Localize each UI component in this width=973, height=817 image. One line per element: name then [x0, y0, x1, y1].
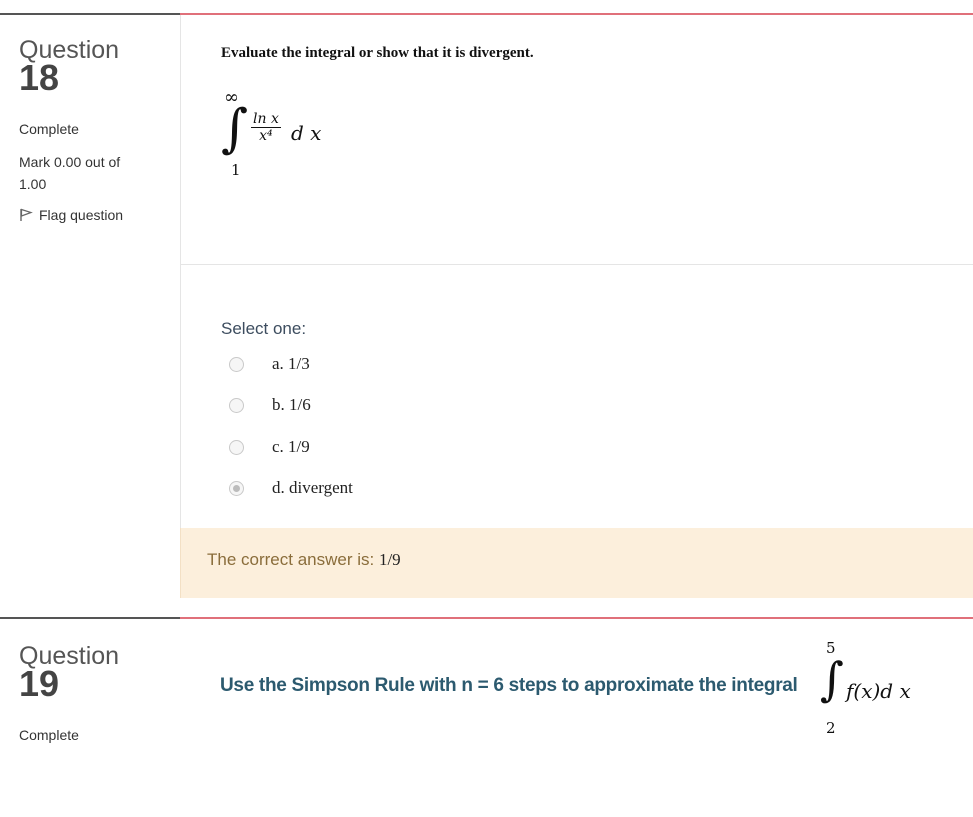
answer-area: Select one: a. 1/3 b. 1/6 c. 1/9 d. dive… — [180, 265, 973, 528]
integrand-expression: f(x)d x — [846, 679, 911, 703]
flag-icon — [19, 208, 33, 222]
option-c[interactable]: c. 1/9 — [229, 437, 310, 457]
integral-sign-icon: ∫ — [820, 652, 844, 706]
option-d-label[interactable]: d. divergent — [272, 478, 353, 498]
info-divider — [0, 13, 180, 15]
integral-sign-icon: ∫ — [221, 99, 249, 159]
correct-answer-text: The correct answer is: 1/9 — [207, 550, 401, 570]
correct-answer-value: 1/9 — [378, 550, 401, 569]
option-a-radio[interactable] — [229, 356, 244, 372]
question-state: Complete — [19, 121, 79, 137]
question-info: Question 18 Complete Mark 0.00 out of 1.… — [19, 37, 169, 223]
question-number: 18 — [19, 57, 60, 98]
flag-question-label: Flag question — [39, 207, 124, 223]
integrand-denominator: x⁴ — [259, 128, 273, 144]
select-one-prompt: Select one: — [221, 319, 307, 338]
integral-lower-limit: 1 — [231, 161, 241, 179]
feedback-box: The correct answer is: 1/9 — [180, 528, 973, 598]
integral-expression: ∞ ∫ 1 ln x x⁴ d x — [221, 87, 341, 193]
question-formulation: Evaluate the integral or show that it is… — [180, 15, 973, 265]
option-a[interactable]: a. 1/3 — [229, 354, 310, 374]
option-c-label[interactable]: c. 1/9 — [272, 437, 310, 457]
option-d-radio[interactable] — [229, 480, 244, 496]
question-18: Question 18 Complete Mark 0.00 out of 1.… — [0, 13, 973, 618]
question-number: 19 — [19, 663, 60, 704]
integrand-numerator: ln x — [251, 111, 281, 128]
option-b-label[interactable]: b. 1/6 — [272, 395, 311, 415]
question-text: Evaluate the integral or show that it is… — [221, 45, 534, 61]
question-text: Use the Simpson Rule with n = 6 steps to… — [220, 675, 798, 696]
option-b[interactable]: b. 1/6 — [229, 395, 311, 415]
integrand-fraction: ln x x⁴ — [251, 111, 281, 144]
option-d[interactable]: d. divergent — [229, 478, 353, 498]
integral-expression: 5 ∫ 2 f(x)d x — [820, 639, 940, 739]
content-divider — [180, 617, 973, 619]
integral-differential: d x — [291, 121, 322, 145]
question-state: Complete — [19, 727, 79, 743]
question-info: Question 19 Complete — [19, 643, 169, 743]
question-grade: Mark 0.00 out of 1.00 — [19, 154, 121, 192]
option-b-radio[interactable] — [229, 397, 244, 413]
question-19: Question 19 Complete Use the Simpson Rul… — [0, 617, 973, 817]
flag-question-link[interactable]: Flag question — [19, 207, 169, 223]
option-a-label[interactable]: a. 1/3 — [272, 354, 310, 374]
info-divider — [0, 617, 180, 619]
integral-lower-limit: 2 — [826, 719, 836, 737]
option-c-radio[interactable] — [229, 439, 244, 455]
correct-answer-label: The correct answer is: — [207, 550, 379, 569]
